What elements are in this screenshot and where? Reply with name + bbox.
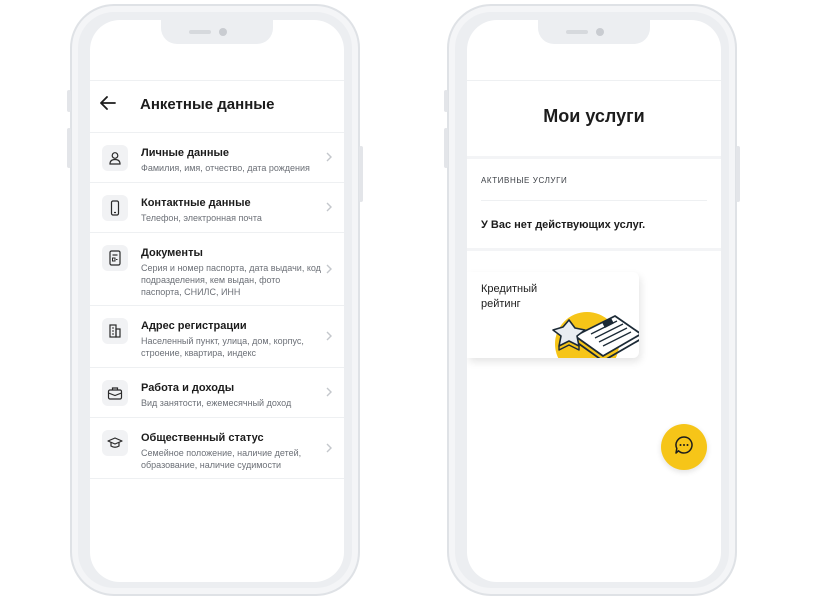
list-item-subtitle: Серия и номер паспорта, дата выдачи, код… <box>141 263 321 297</box>
list-item-title: Общественный статус <box>141 432 264 444</box>
credit-rating-card[interactable]: Кредитный рейтинг <box>467 272 639 358</box>
page-title: Мои услуги <box>543 106 645 126</box>
side-button <box>359 146 363 202</box>
person-icon <box>102 145 128 171</box>
building-icon <box>102 318 128 344</box>
list-item-registration-address[interactable]: Адрес регистрации Населенный пункт, улиц… <box>90 305 344 367</box>
list-item-subtitle: Семейное положение, наличие детей, образ… <box>141 448 302 470</box>
document-icon <box>102 245 128 271</box>
list-item-personal-data[interactable]: Личные данные Фамилия, имя, отчество, да… <box>90 132 344 182</box>
card-title: Кредитный рейтинг <box>481 283 538 310</box>
list-item-subtitle: Телефон, электронная почта <box>141 213 262 223</box>
list-item-contact-data[interactable]: Контактные данные Телефон, электронная п… <box>90 182 344 232</box>
side-button <box>67 128 71 168</box>
list-item-title: Работа и доходы <box>141 382 235 394</box>
list-item-subtitle: Вид занятости, ежемесячный доход <box>141 398 292 408</box>
list-item-title: Контактные данные <box>141 197 251 209</box>
notch <box>538 20 650 44</box>
list-item-title: Адрес регистрации <box>141 320 247 332</box>
list-item-documents[interactable]: Документы Серия и номер паспорта, дата в… <box>90 232 344 305</box>
side-button <box>444 90 448 112</box>
divider <box>481 200 707 201</box>
section-label: АКТИВНЫЕ УСЛУГИ <box>481 176 568 185</box>
chevron-right-icon <box>326 150 332 165</box>
graduation-cap-icon <box>102 430 128 456</box>
arrow-left-icon[interactable] <box>100 94 116 115</box>
header: Анкетные данные <box>90 92 344 122</box>
phone-icon <box>102 195 128 221</box>
notch <box>161 20 273 44</box>
list-item-subtitle: Фамилия, имя, отчество, дата рождения <box>141 163 310 173</box>
list-item-subtitle: Населенный пункт, улица, дом, корпус, ст… <box>141 336 304 358</box>
screen-my-services: Мои услуги АКТИВНЫЕ УСЛУГИ У Вас нет дей… <box>467 20 721 582</box>
list-item-social-status[interactable]: Общественный статус Семейное положение, … <box>90 417 344 479</box>
chevron-right-icon <box>326 385 332 400</box>
profile-sections-list: Личные данные Фамилия, имя, отчество, да… <box>90 132 344 479</box>
list-item-work-income[interactable]: Работа и доходы Вид занятости, ежемесячн… <box>90 367 344 417</box>
divider <box>467 248 721 251</box>
side-button <box>67 90 71 112</box>
divider <box>467 156 721 159</box>
chevron-right-icon <box>326 329 332 344</box>
list-item-title: Личные данные <box>141 147 229 159</box>
list-item-title: Документы <box>141 247 203 259</box>
screen-profile-data: Анкетные данные Личные данные Фамилия, и… <box>90 20 344 582</box>
chat-button[interactable] <box>661 424 707 470</box>
chevron-right-icon <box>326 200 332 215</box>
phone-frame-right: Мои услуги АКТИВНЫЕ УСЛУГИ У Вас нет дей… <box>444 4 740 596</box>
phone-frame-left: Анкетные данные Личные данные Фамилия, и… <box>67 4 363 596</box>
chat-bubble-icon <box>674 435 694 460</box>
chevron-right-icon <box>326 441 332 456</box>
page-title: Анкетные данные <box>140 96 275 113</box>
credit-report-illustration <box>552 312 639 358</box>
side-button <box>444 128 448 168</box>
side-button <box>736 146 740 202</box>
empty-services-message: У Вас нет действующих услуг. <box>481 219 646 231</box>
briefcase-icon <box>102 380 128 406</box>
chevron-right-icon <box>326 262 332 277</box>
